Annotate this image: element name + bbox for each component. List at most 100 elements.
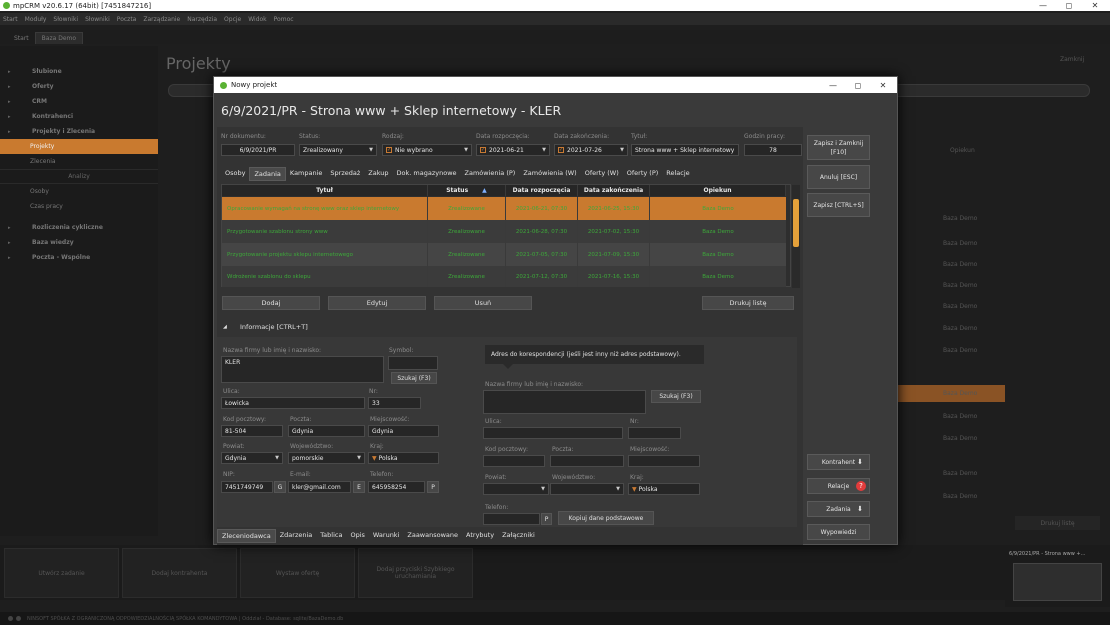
nip-field[interactable]: 7451749749 [221,481,273,493]
preview-label[interactable]: 6/9/2021/PR - Strona www +... [1005,545,1110,563]
tab-zadania[interactable]: Zadania [249,167,286,181]
post-field[interactable]: Gdynia [288,425,365,437]
add-quick-buttons-button[interactable]: Dodaj przyciski Szybkiego uruchamiania [358,548,473,598]
save-button[interactable]: Zapisz [CTRL+S] [807,193,870,217]
cancel-button[interactable]: Anuluj [ESC] [807,165,870,189]
table-row[interactable]: Opracowanie wymagań na stronę www oraz s… [222,197,786,220]
call-phone-button[interactable]: P [427,481,439,493]
c-voivodeship-select[interactable]: ▼ [550,483,624,495]
tab-relacje[interactable]: Relacje [662,167,693,181]
hours-field[interactable]: 78 [744,144,802,156]
tab-atrybuty[interactable]: Atrybuty [462,529,498,543]
copy-base-data-button[interactable]: Kopiuj dane podstawowe [558,511,654,525]
search-f3-button[interactable]: Szukaj (F3) [391,372,437,384]
scrollbar-thumb[interactable] [793,199,799,247]
street-field[interactable]: Łowicka [221,397,365,409]
close-icon[interactable]: ✕ [1082,0,1108,11]
print-list-button[interactable]: Drukuj listę [702,296,794,310]
sidebar-item-projekty-i-zlecenia[interactable]: ▸ Projekty i Zlecenia [0,124,158,139]
preview-thumbnail[interactable] [1013,563,1102,601]
tab-opis[interactable]: Opis [346,529,368,543]
column-header-status[interactable]: Status ▲ [428,185,506,196]
menu-slowniki-2[interactable]: Słowniki [85,16,110,23]
end-date-field[interactable]: ✓ 2021-07-26 ▼ [554,144,628,156]
save-and-close-button[interactable]: Zapisz i Zamknij [F10] [807,135,870,160]
tab-dok-magazynowe[interactable]: Dok. magazynowe [393,167,461,181]
table-row[interactable]: Baza Demo [895,342,1005,359]
menu-narzedzia[interactable]: Narzędzia [187,16,217,23]
tab-sprzedaz[interactable]: Sprzedaż [326,167,364,181]
c-name-field[interactable] [483,390,646,414]
rodzaj-select[interactable]: ✓ Nie wybrano ▼ [382,144,472,156]
menu-pomoc[interactable]: Pomoc [274,16,294,23]
c-city-field[interactable] [628,455,700,467]
tab-zakup[interactable]: Zakup [364,167,392,181]
menu-moduly[interactable]: Moduły [25,16,47,23]
c-phone-field[interactable] [483,513,540,525]
tab-zamowienia-w[interactable]: Zamówienia (W) [519,167,580,181]
symbol-field[interactable] [388,356,438,370]
c-post-field[interactable] [550,455,624,467]
table-row[interactable]: Baza Demo [895,488,1005,505]
column-header-end-date[interactable]: Data zakończenia [578,185,650,196]
column-header-owner[interactable]: Opiekun [650,185,786,196]
sidebar-item-crm[interactable]: ▸ CRM [0,94,158,109]
column-header-opiekun[interactable]: Opiekun [950,147,975,154]
phone-field[interactable]: 645958254 [368,481,425,493]
close-icon[interactable]: ✕ [869,77,897,93]
tab-baza-demo[interactable]: Baza Demo [34,32,84,44]
table-row[interactable]: Baza Demo [895,210,1005,227]
start-date-field[interactable]: ✓ 2021-06-21 ▼ [476,144,550,156]
tab-zamowienia-p[interactable]: Zamówienia (P) [461,167,520,181]
tab-warunki[interactable]: Warunki [369,529,403,543]
zip-field[interactable]: 81-504 [221,425,283,437]
close-module-button[interactable]: Zamknij [1060,56,1084,63]
sidebar-item-kontrahenci[interactable]: ▸ Kontrahenci [0,109,158,124]
sidebar-item-slubione[interactable]: ▸ Słubione [0,64,158,79]
add-contractor-button[interactable]: Dodaj kontrahenta [122,548,237,598]
calendar-dropdown-icon[interactable]: ▼ [620,147,624,153]
info-section-header[interactable]: ◢ Informacje [CTRL+T] [214,320,800,334]
create-task-button[interactable]: Utwórz zadanie [4,548,119,598]
menu-poczta[interactable]: Poczta [117,16,137,23]
table-row[interactable]: Baza Demo [895,465,1005,482]
print-list-button[interactable]: Drukuj listę [1015,516,1100,530]
sidebar-item-baza-wiedzy[interactable]: ▸ Baza wiedzy [0,235,158,250]
delete-task-button[interactable]: Usuń [434,296,532,310]
tab-zdarzenia[interactable]: Zdarzenia [276,529,317,543]
menu-zarzadzanie[interactable]: Zarządzanie [143,16,180,23]
c-call-phone-button[interactable]: P [541,513,552,525]
table-row[interactable]: Baza Demo [895,235,1005,252]
name-field[interactable]: KLER [221,356,384,383]
city-field[interactable]: Gdynia [368,425,439,437]
c-zip-field[interactable] [483,455,545,467]
relacje-button[interactable]: Relacje? [807,478,870,494]
c-street-field[interactable] [483,427,623,439]
checkbox-icon[interactable]: ✓ [386,147,392,153]
nr-field[interactable]: 6/9/2021/PR [221,144,295,156]
table-row[interactable]: Baza Demo [895,430,1005,447]
kontrahent-button[interactable]: Kontrahent ⬇ [807,454,870,470]
email-field[interactable]: kler@gmail.com [288,481,351,493]
tab-oferty-p[interactable]: Oferty (P) [623,167,663,181]
gus-lookup-button[interactable]: G [274,481,286,493]
dropdown-marker-icon[interactable]: ▼ [372,455,377,462]
county-select[interactable]: Gdynia ▼ [221,452,283,464]
create-offer-button[interactable]: Wystaw ofertę [240,548,355,598]
table-row[interactable]: Baza Demo [895,256,1005,273]
edit-task-button[interactable]: Edytuj [328,296,426,310]
c-county-select[interactable]: ▼ [483,483,549,495]
tab-osoby[interactable]: Osoby [221,167,249,181]
tab-zaawansowane[interactable]: Zaawansowane [403,529,462,543]
calendar-dropdown-icon[interactable]: ▼ [542,147,546,153]
tab-kampanie[interactable]: Kampanie [286,167,327,181]
sidebar-item-projekty[interactable]: Projekty [0,139,158,154]
dropdown-marker-icon[interactable]: ▼ [632,486,637,493]
table-row-selected[interactable]: Baza Demo [895,385,1005,402]
tab-zleceniodawca[interactable]: Zleceniodawca [217,529,276,543]
send-email-button[interactable]: E [353,481,365,493]
sidebar-item-osoby[interactable]: Osoby [0,184,158,199]
menu-opcje[interactable]: Opcje [224,16,241,23]
checkbox-icon[interactable]: ✓ [558,147,564,153]
column-header-start-date[interactable]: Data rozpoczęcia [506,185,578,196]
